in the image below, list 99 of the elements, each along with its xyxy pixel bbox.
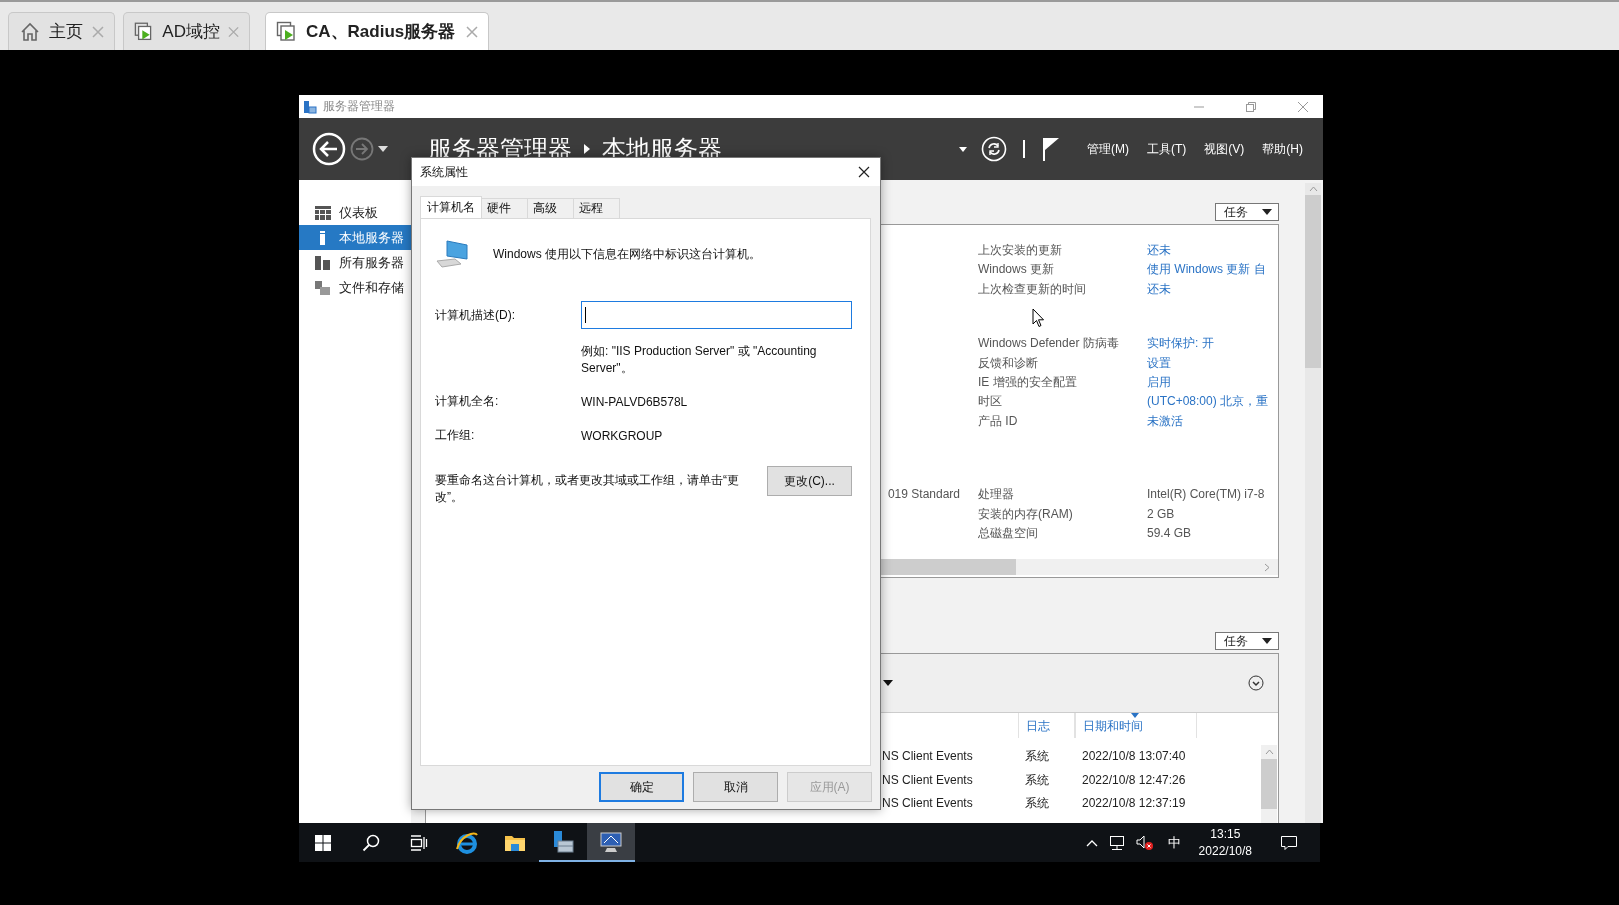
field-label: 计算机全名: [435, 393, 500, 410]
table-cell-text: 系统 [1024, 795, 1050, 813]
column-header[interactable]: 日志 [1018, 713, 1075, 738]
restore-icon[interactable] [1245, 100, 1257, 113]
change-button[interactable]: 更改(C)... [767, 466, 852, 496]
vertical-scrollbar[interactable] [1261, 745, 1277, 823]
browser-tab[interactable]: CA、Radius服务器 [265, 12, 489, 50]
menu-item[interactable]: 帮助(H) [1262, 140, 1303, 158]
flag-icon[interactable] [1041, 136, 1061, 162]
field-label: 计算机描述(D): [435, 306, 516, 324]
refresh-icon[interactable] [981, 136, 1007, 162]
dialog-title: 系统属性 [420, 163, 468, 181]
table-cell-text: 系统 [1024, 771, 1050, 789]
close-icon[interactable] [858, 166, 870, 178]
table-cell-text: NS Client Events [882, 771, 974, 789]
property-label: 上次安装的更新 [978, 243, 1062, 257]
field-label: 工作组: [435, 427, 476, 444]
property-link[interactable]: 还未 [1147, 281, 1171, 296]
browser-tab[interactable]: 主页 [8, 12, 115, 50]
search-icon [362, 833, 380, 852]
servers-icon [315, 255, 331, 270]
rename-text: 要重命名这台计算机，或者更改其域或工作组，请单击“更改”。 [435, 472, 740, 506]
property-link[interactable]: 实时保护: 开 [1147, 336, 1214, 351]
menu-item[interactable]: 管理(M) [1087, 140, 1129, 158]
property-label: 产品 ID [978, 413, 1018, 428]
tasks-button[interactable]: 任务 [1215, 203, 1279, 221]
property-label: 反馈和诊断 [978, 355, 1038, 370]
browser-icon [455, 830, 479, 855]
property-label: 上次检查更新的时间 [978, 281, 1086, 296]
clock-time: 13:15 [1210, 825, 1241, 843]
property-link[interactable]: 未激活 [1147, 413, 1183, 428]
mouse-pointer-icon [1032, 308, 1045, 328]
dialog-button[interactable]: 确定 [599, 772, 684, 802]
property-label: 处理器 [978, 487, 1014, 502]
property-label: 时区 [978, 394, 1002, 409]
property-value: 59.4 GB [1147, 525, 1192, 540]
clock-date: 2022/10/8 [1198, 842, 1252, 860]
table-cell-text: 2022/10/8 12:37:19 [1081, 795, 1187, 813]
property-link[interactable]: 设置 [1147, 355, 1171, 370]
caret-icon[interactable] [378, 146, 388, 152]
property-label: IE 增强的安全配置 [978, 374, 1077, 389]
caret-icon[interactable] [959, 146, 967, 152]
property-link[interactable]: (UTC+08:00) 北京，重 [1147, 394, 1269, 409]
property-value: Intel(R) Core(TM) i7-8 [1147, 487, 1265, 502]
menu-item[interactable]: 视图(V) [1204, 140, 1245, 158]
sidebar-item[interactable]: 本地服务器 [299, 225, 411, 250]
dialog-tab[interactable]: 计算机名 [420, 196, 482, 218]
dialog-button[interactable]: 取消 [693, 772, 778, 802]
column-header[interactable]: 日期和时间 [1075, 713, 1197, 738]
task-view-icon [410, 834, 428, 851]
property-link[interactable]: 使用 Windows 更新 自 [1147, 262, 1266, 277]
dialog-tab[interactable]: 远程 [573, 198, 620, 218]
property-value: 2 GB [1147, 506, 1175, 521]
property-label: 安装的内存(RAM) [978, 506, 1073, 521]
server-manager-icon [303, 99, 317, 114]
menu-item[interactable]: 工具(T) [1147, 140, 1187, 158]
property-label: Windows 更新 [978, 262, 1054, 277]
grid-icon [315, 205, 331, 220]
browser-tab[interactable]: AD域控 [123, 12, 250, 50]
hint-text: 例如: "IIS Production Server" 或 "Accounting Server"。 [581, 343, 818, 377]
back-icon[interactable] [312, 132, 346, 166]
caret-icon [1262, 209, 1272, 215]
vm-icon [276, 20, 298, 43]
sidebar-item[interactable]: 所有服务器 [299, 250, 411, 275]
table-cell-text: 2022/10/8 12:47:26 [1081, 771, 1187, 789]
property-value: 019 Standard [887, 487, 960, 502]
input-method-indicator[interactable]: 中 [1167, 833, 1181, 852]
expand-icon[interactable] [1248, 675, 1264, 691]
property-label: Windows Defender 防病毒 [978, 336, 1119, 351]
home-icon [19, 20, 41, 43]
notification-icon[interactable] [1280, 834, 1298, 851]
field-value: WIN-PALVD6B578L [581, 394, 689, 409]
clock[interactable]: 13:15 2022/10/8 [1198, 825, 1252, 860]
table-cell-text: NS Client Events [882, 748, 974, 765]
caret-icon [1262, 638, 1272, 644]
table-cell-text: 2022/10/8 13:07:40 [1081, 748, 1187, 765]
property-label: 总磁盘空间 [978, 525, 1038, 540]
sidebar-item[interactable]: 文件和存储 [299, 275, 411, 300]
field-value: WORKGROUP [581, 428, 664, 443]
sidebar-item[interactable]: 仪表板 [299, 200, 411, 225]
network-icon[interactable] [1107, 834, 1126, 851]
windows-icon [315, 834, 331, 851]
volume-muted-icon[interactable] [1135, 834, 1154, 851]
taskbar-app[interactable] [587, 823, 635, 862]
table-cell-text: 系统 [1024, 748, 1050, 765]
monitor-icon [599, 829, 623, 854]
tasks-button[interactable]: 任务 [1215, 632, 1279, 650]
computer-icon [435, 239, 469, 269]
property-link[interactable]: 还未 [1147, 243, 1171, 257]
window-title: 服务器管理器 [323, 98, 395, 115]
chevron-icon [584, 144, 590, 154]
vertical-scrollbar[interactable] [1305, 183, 1321, 823]
intro-text: Windows 使用以下信息在网络中标识这台计算机。 [493, 245, 761, 263]
description-input[interactable] [581, 301, 852, 329]
table-cell-text: NS Client Events [882, 795, 974, 813]
property-link[interactable]: 启用 [1147, 374, 1171, 389]
storage-icon [315, 280, 331, 295]
server-toolbox-icon [551, 829, 575, 854]
caret-icon[interactable] [883, 680, 893, 686]
